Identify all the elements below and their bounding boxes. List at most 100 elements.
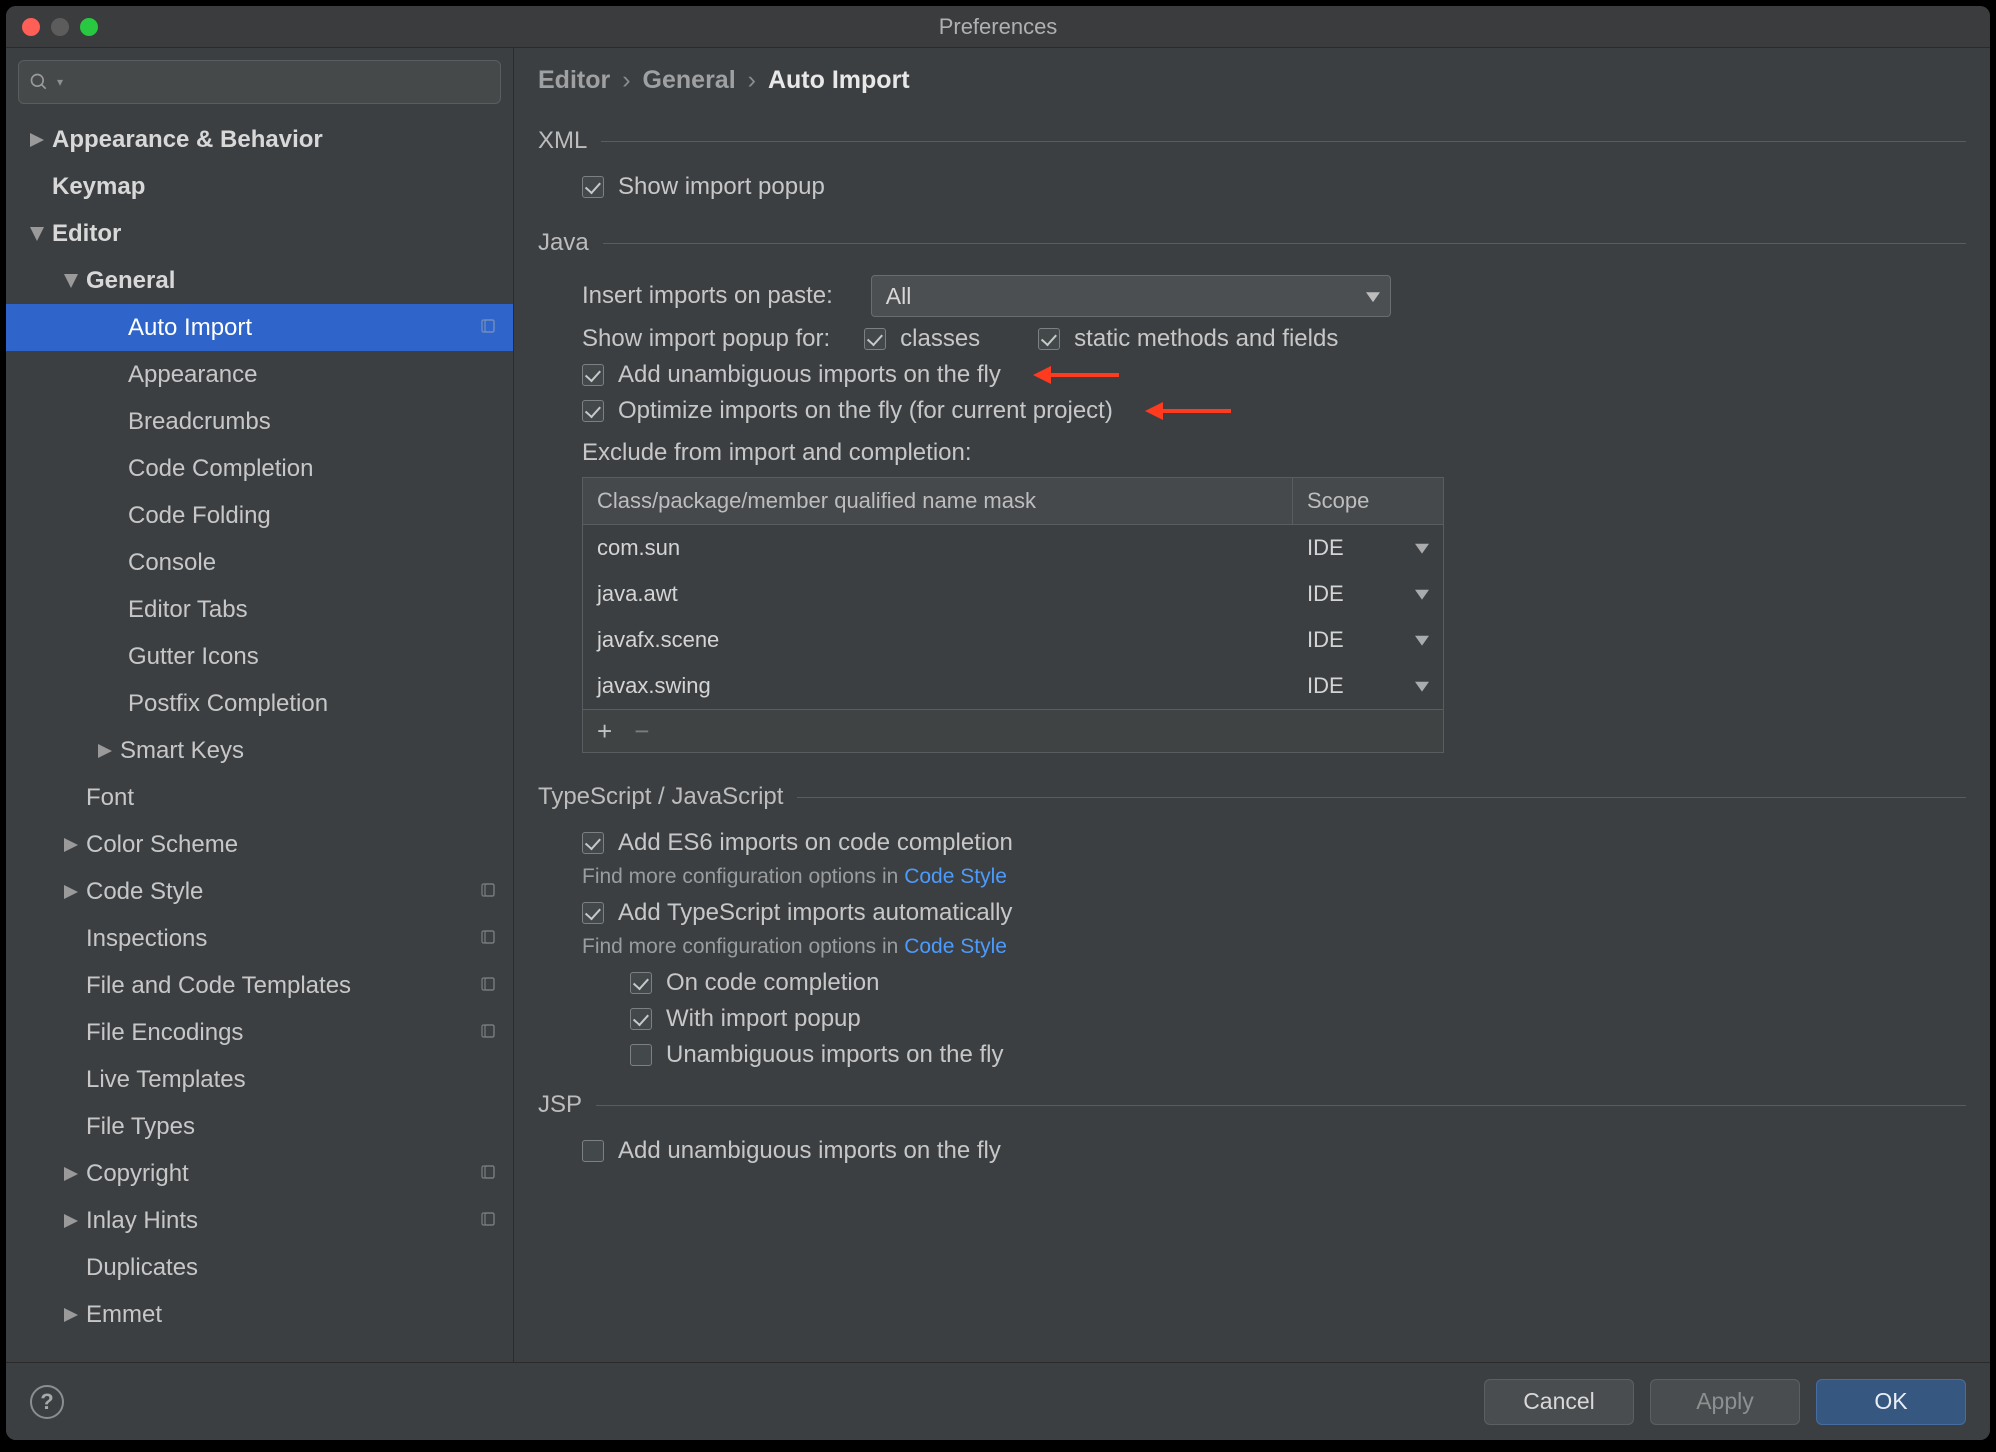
section-label: XML (538, 127, 587, 155)
tree-appearance[interactable]: Appearance (6, 351, 513, 398)
tree-copyright[interactable]: Copyright (6, 1150, 513, 1197)
table-row[interactable]: javafx.sceneIDE (583, 617, 1443, 663)
tree-console[interactable]: Console (6, 539, 513, 586)
cell-scope[interactable]: IDE (1293, 525, 1443, 571)
field-label: Insert imports on paste: (582, 282, 833, 310)
ok-button[interactable]: OK (1816, 1379, 1966, 1425)
breadcrumb-editor[interactable]: Editor (538, 66, 610, 95)
jsp-unambiguous[interactable]: Add unambiguous imports on the fly (582, 1137, 1966, 1165)
chevron-down-icon (1415, 541, 1429, 555)
table-row[interactable]: javax.swingIDE (583, 663, 1443, 709)
checkbox-icon[interactable] (582, 364, 604, 386)
preferences-window: Preferences ▾ Appearance & Behavior Keym… (6, 6, 1990, 1440)
table-header: Class/package/member qualified name mask… (583, 478, 1443, 525)
remove-row-button[interactable]: − (634, 718, 649, 744)
tree-breadcrumbs[interactable]: Breadcrumbs (6, 398, 513, 445)
chevron-down-icon (1366, 283, 1380, 310)
tree-appearance-behavior[interactable]: Appearance & Behavior (6, 116, 513, 163)
tree-keymap[interactable]: Keymap (6, 163, 513, 210)
scope-value: IDE (1307, 581, 1344, 607)
add-row-button[interactable]: + (597, 718, 612, 744)
tree-file-encodings[interactable]: File Encodings (6, 1009, 513, 1056)
tree-label: Font (86, 786, 134, 810)
tree-code-completion[interactable]: Code Completion (6, 445, 513, 492)
cell-scope[interactable]: IDE (1293, 571, 1443, 617)
tsjs-hint-1: Find more configuration options in Code … (582, 865, 1966, 889)
tree-gutter-icons[interactable]: Gutter Icons (6, 633, 513, 680)
tree-smart-keys[interactable]: Smart Keys (6, 727, 513, 774)
exclude-table: Class/package/member qualified name mask… (582, 477, 1444, 753)
tsjs-on-code-completion[interactable]: On code completion (630, 969, 1966, 997)
search-icon (29, 72, 49, 92)
tree-emmet[interactable]: Emmet (6, 1291, 513, 1338)
apply-button[interactable]: Apply (1650, 1379, 1800, 1425)
tree-label: Live Templates (86, 1068, 246, 1092)
checkbox-classes[interactable] (864, 328, 886, 350)
help-button[interactable]: ? (30, 1385, 64, 1419)
checkbox-static[interactable] (1038, 328, 1060, 350)
checkbox-label: Optimize imports on the fly (for current… (618, 397, 1113, 425)
search-input[interactable] (71, 71, 490, 94)
scope-value: IDE (1307, 673, 1344, 699)
java-unambiguous-imports[interactable]: Add unambiguous imports on the fly (582, 361, 1966, 389)
checkbox-icon[interactable] (582, 176, 604, 198)
tsjs-es6-imports[interactable]: Add ES6 imports on code completion (582, 829, 1966, 857)
tree-code-folding[interactable]: Code Folding (6, 492, 513, 539)
tsjs-with-import-popup[interactable]: With import popup (630, 1005, 1966, 1033)
tree-label: Editor Tabs (128, 598, 248, 622)
tree-label: Console (128, 551, 216, 575)
tree-editor[interactable]: Editor (6, 210, 513, 257)
tree-label: Gutter Icons (128, 645, 259, 669)
tree-editor-tabs[interactable]: Editor Tabs (6, 586, 513, 633)
tree-code-style[interactable]: Code Style (6, 868, 513, 915)
tree-inlay-hints[interactable]: Inlay Hints (6, 1197, 513, 1244)
breadcrumb-general[interactable]: General (643, 66, 736, 95)
tree-label: File and Code Templates (86, 974, 351, 998)
checkbox-label: On code completion (666, 969, 879, 997)
tree-label: General (86, 269, 175, 293)
section-label: JSP (538, 1091, 582, 1119)
tree-font[interactable]: Font (6, 774, 513, 821)
code-style-link[interactable]: Code Style (904, 935, 1007, 958)
tree-file-types[interactable]: File Types (6, 1103, 513, 1150)
tree-duplicates[interactable]: Duplicates (6, 1244, 513, 1291)
content-pane: Editor › General › Auto Import XML Show … (514, 48, 1990, 1362)
java-optimize-imports[interactable]: Optimize imports on the fly (for current… (582, 397, 1966, 425)
breadcrumb: Editor › General › Auto Import (538, 66, 1966, 95)
java-show-popup-for: Show import popup for: classes static me… (582, 325, 1966, 353)
tree-general[interactable]: General (6, 257, 513, 304)
chevron-right-icon: › (748, 66, 756, 95)
project-settings-icon (479, 316, 497, 340)
tree-postfix-completion[interactable]: Postfix Completion (6, 680, 513, 727)
cancel-button[interactable]: Cancel (1484, 1379, 1634, 1425)
code-style-link[interactable]: Code Style (904, 865, 1007, 888)
insert-imports-select[interactable]: All (871, 275, 1391, 317)
table-row[interactable]: com.sunIDE (583, 525, 1443, 571)
checkbox-icon[interactable] (630, 1008, 652, 1030)
tree-file-code-templates[interactable]: File and Code Templates (6, 962, 513, 1009)
tree-auto-import[interactable]: Auto Import (6, 304, 513, 351)
xml-show-import-popup[interactable]: Show import popup (582, 173, 1966, 201)
checkbox-label: Unambiguous imports on the fly (666, 1041, 1004, 1069)
cell-scope[interactable]: IDE (1293, 617, 1443, 663)
tsjs-unambiguous[interactable]: Unambiguous imports on the fly (630, 1041, 1966, 1069)
project-settings-icon (479, 1209, 497, 1233)
tree-label: Appearance & Behavior (52, 128, 323, 152)
search-field[interactable]: ▾ (18, 60, 501, 104)
project-settings-icon (479, 1021, 497, 1045)
checkbox-icon[interactable] (630, 1044, 652, 1066)
checkbox-icon[interactable] (582, 902, 604, 924)
table-row[interactable]: java.awtIDE (583, 571, 1443, 617)
checkbox-icon[interactable] (582, 832, 604, 854)
cell-scope[interactable]: IDE (1293, 663, 1443, 709)
checkbox-icon[interactable] (630, 972, 652, 994)
checkbox-icon[interactable] (582, 400, 604, 422)
tree-live-templates[interactable]: Live Templates (6, 1056, 513, 1103)
tree-label: Emmet (86, 1303, 162, 1327)
tree-color-scheme[interactable]: Color Scheme (6, 821, 513, 868)
tsjs-auto-imports[interactable]: Add TypeScript imports automatically (582, 899, 1966, 927)
checkbox-icon[interactable] (582, 1140, 604, 1162)
chevron-right-icon: › (622, 66, 630, 95)
sidebar: ▾ Appearance & Behavior Keymap Editor Ge… (6, 48, 514, 1362)
tree-inspections[interactable]: Inspections (6, 915, 513, 962)
